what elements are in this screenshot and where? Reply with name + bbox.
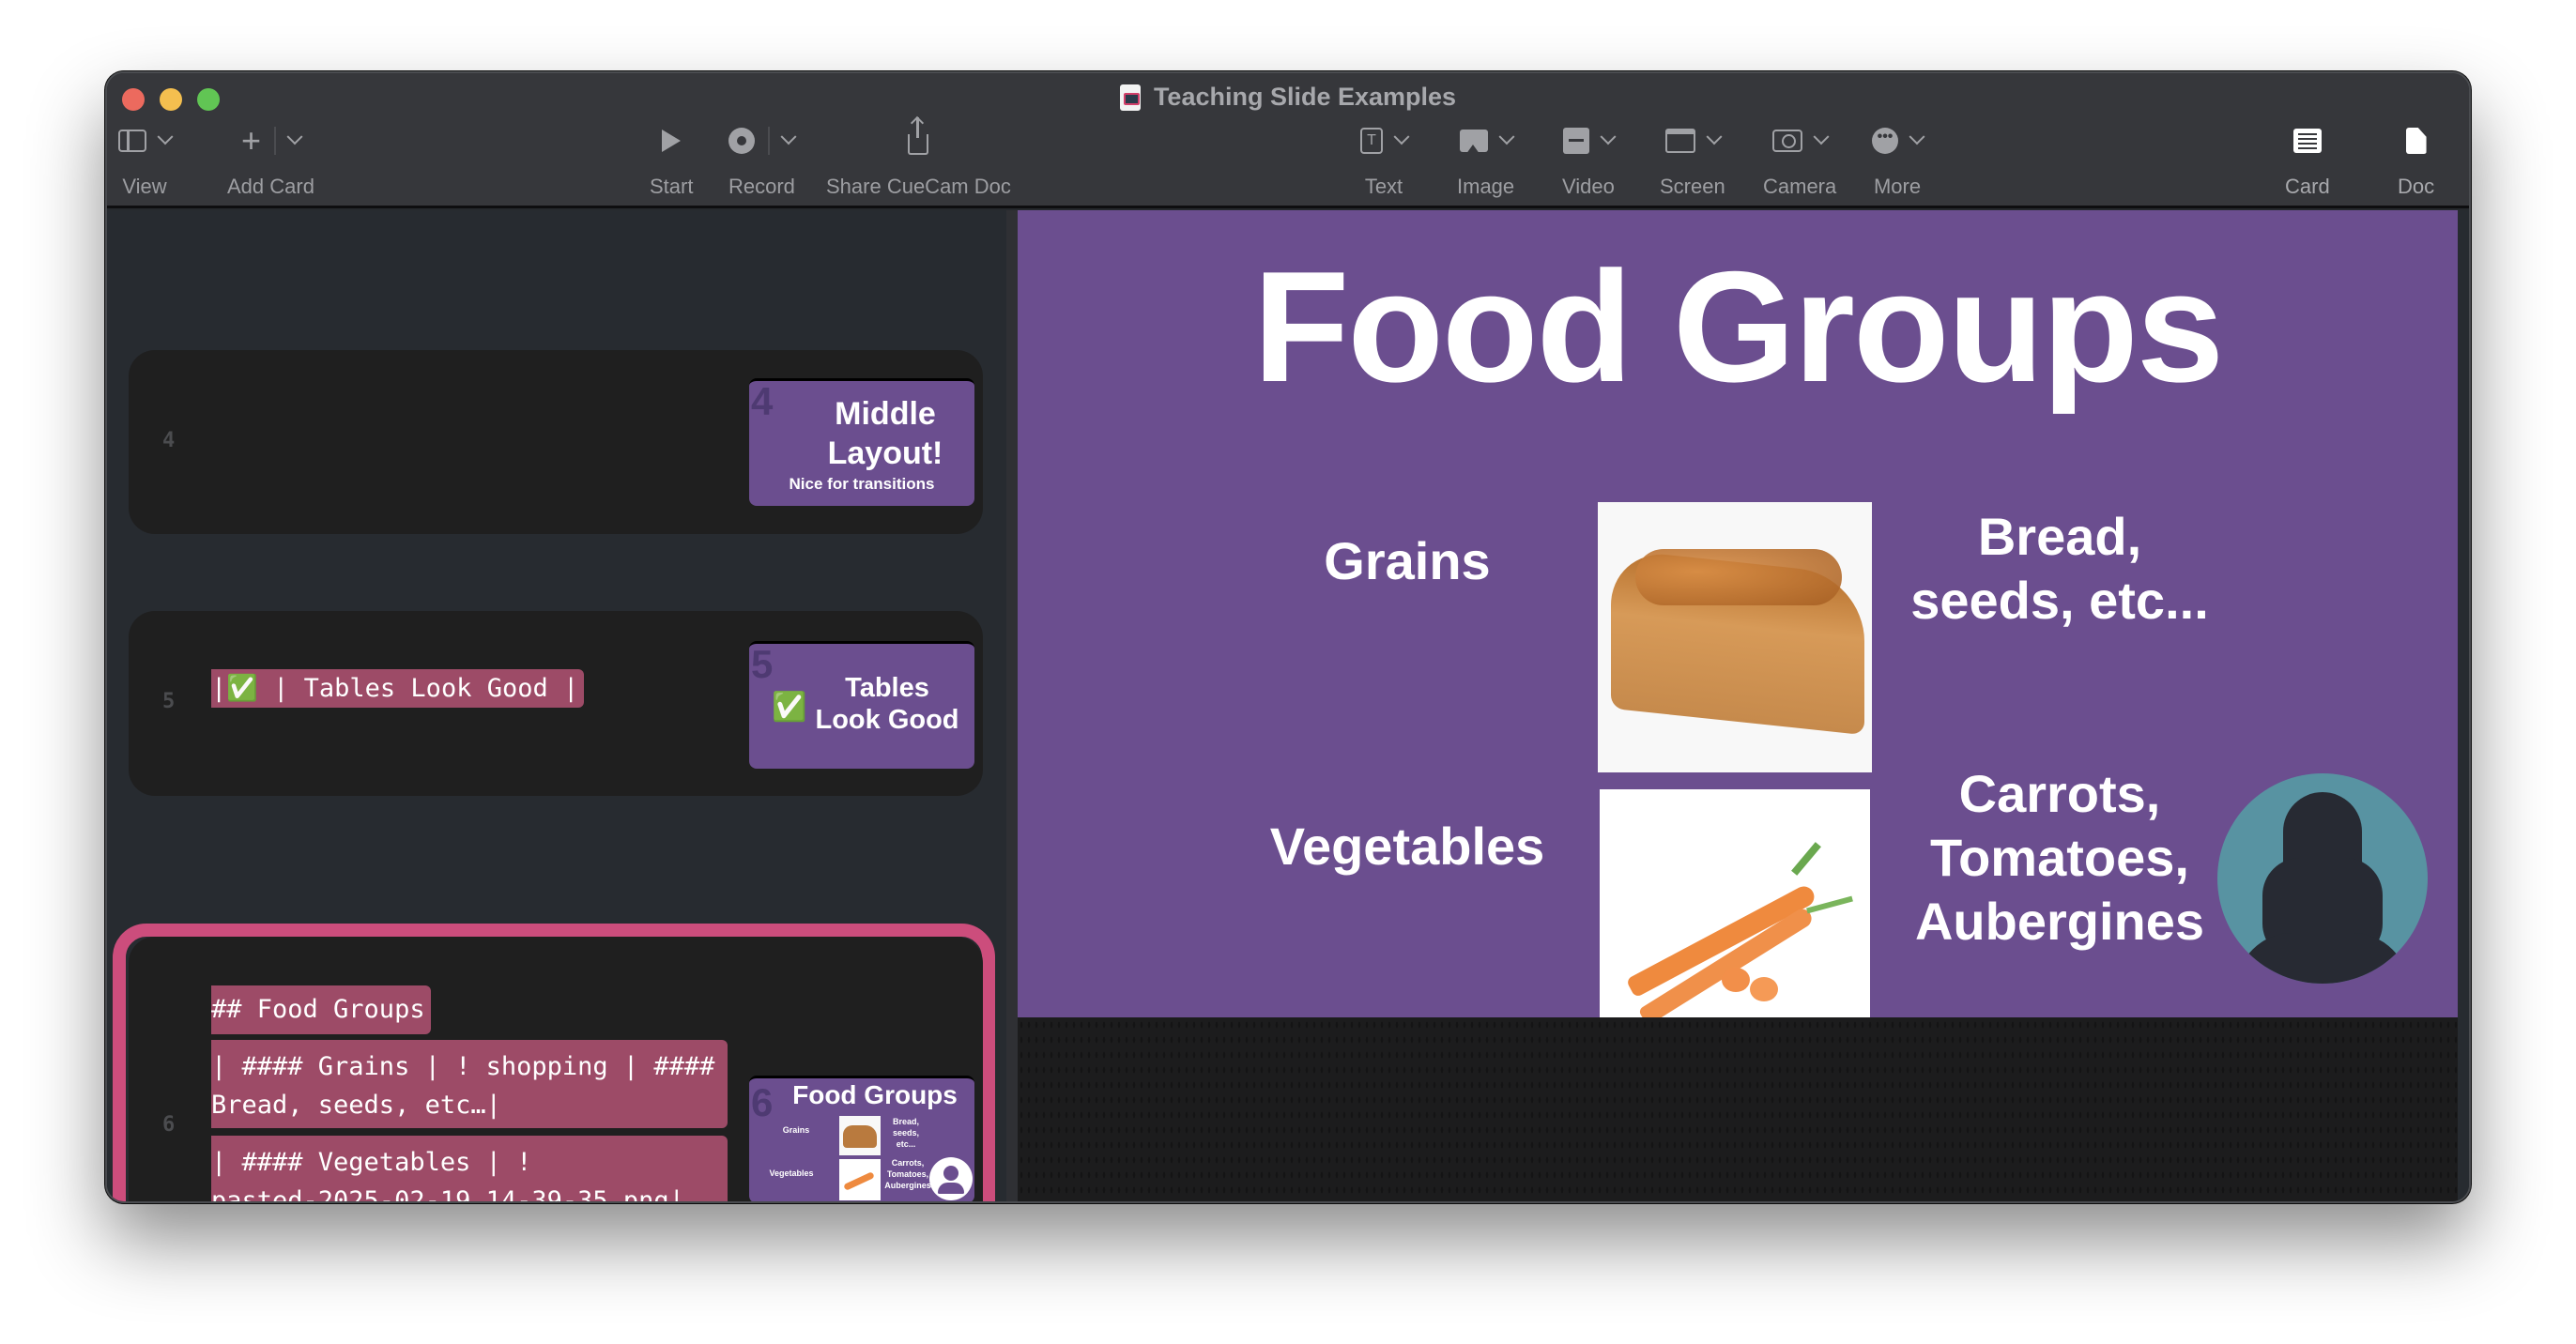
card-thumbnail[interactable]: 4 Middle Layout! Nice for transitions [749,378,974,506]
ellipsis-circle-icon: ••• [1872,128,1898,154]
thumbnail-title: Middle Layout! [827,396,943,471]
add-card-label: Add Card [227,175,314,198]
document-icon [2405,128,2427,154]
thumbnail-bread-image [839,1116,881,1155]
thumbnail-number: 4 [751,379,774,423]
more-button[interactable]: ••• More [1872,122,1925,199]
thumbnail-number: 5 [751,642,774,686]
window-icon [1664,129,1695,153]
camera-button[interactable]: Camera [1763,122,1836,199]
thumbnail-title: Food Groups [792,1080,958,1109]
slide-title: Food Groups [1252,238,2225,415]
list-card-icon [2292,129,2322,153]
doc-button[interactable]: Doc [2398,122,2434,199]
image-label: Image [1457,175,1515,198]
film-icon [1562,128,1589,154]
card-markdown[interactable]: |✅ | Tables Look Good | [211,669,585,708]
panel-divider[interactable] [1006,210,1018,1201]
image-button[interactable]: Image [1457,122,1514,199]
slide-row-label: Grains [1324,531,1491,590]
document-icon [1119,84,1141,111]
thumbnail-row-desc: Bread, seeds, etc... [892,1117,920,1149]
doc-label: Doc [2398,175,2435,198]
separator [273,127,276,155]
markdown-heading[interactable]: ## Food Groups [211,985,431,1034]
screen-button[interactable]: Screen [1660,122,1725,199]
chevron-down-icon[interactable] [1393,129,1410,145]
chevron-down-icon[interactable] [157,129,174,145]
card-button[interactable]: Card [2285,122,2330,199]
canvas-background [1018,1017,2458,1201]
card-list-panel[interactable]: 4 4 Middle Layout! Nice for transitions … [107,210,1006,1201]
slide-row-desc: Bread, seeds, etc... [1910,507,2209,630]
thumbnail-row-label: Grains [782,1125,810,1135]
card-thumbnail[interactable]: 5 ✅ Tables Look Good [749,641,974,769]
app-window: Teaching Slide Examples View + Add Card … [105,71,2471,1203]
right-gutter [2458,210,2469,1201]
window-title-text: Teaching Slide Examples [1153,83,1457,111]
slide-row-desc: Carrots, Tomatoes, Aubergines [1914,764,2205,951]
chevron-down-icon[interactable] [1909,129,1925,145]
card-6[interactable]: 6 ## Food Groups | #### Grains | ! shopp… [129,937,983,1201]
camera-label: Camera [1763,175,1837,198]
chevron-down-icon[interactable] [1498,129,1515,145]
text-box-icon: T [1360,128,1383,154]
slide-row-label: Vegetables [1269,817,1545,876]
thumbnail-title: Tables Look Good [815,673,959,735]
card-number: 4 [162,429,176,452]
text-button[interactable]: T Text [1360,122,1410,199]
view-button[interactable]: View [118,122,174,199]
plus-icon[interactable]: + [241,124,261,158]
chevron-down-icon[interactable] [780,129,797,145]
window-title: Teaching Slide Examples [107,83,2469,112]
sidebar-icon [118,130,146,152]
card-markdown[interactable]: ## Food Groups | #### Grains | ! shoppin… [211,985,728,1201]
record-label: Record [728,175,795,198]
record-button[interactable]: Record [728,122,797,199]
thumbnail-row-label: Vegetables [769,1168,814,1178]
card-number: 5 [162,690,176,713]
chevron-down-icon[interactable] [1813,129,1830,145]
separator [768,127,771,155]
share-icon [908,117,929,155]
video-button[interactable]: Video [1562,122,1617,199]
chevron-down-icon[interactable] [286,129,303,145]
add-card-button[interactable]: + Add Card [227,122,314,199]
presenter-avatar [2217,773,2428,984]
share-button[interactable]: Share CueCam Doc [826,117,1011,199]
slide-preview[interactable]: Food Groups Grains Bread, seeds, etc... … [1018,210,2458,1017]
more-label: More [1873,175,1922,198]
carrot-image [1600,789,1870,1017]
play-icon [662,130,682,152]
thumbnail-subtitle: Nice for transitions [789,475,935,493]
video-label: Video [1562,175,1615,198]
chevron-down-icon[interactable] [1600,129,1617,145]
thumbnail-carrot-image [839,1159,881,1200]
record-icon [728,128,756,154]
screen-label: Screen [1660,175,1725,198]
card-number: 6 [162,1113,176,1137]
start-button[interactable]: Start [650,122,693,199]
card-5[interactable]: 5 |✅ | Tables Look Good | 5 ✅ Tables Loo… [129,611,983,796]
markdown-table-row[interactable]: | #### Grains | ! shopping | #### Bread,… [211,1040,728,1128]
card-4[interactable]: 4 4 Middle Layout! Nice for transitions [129,350,983,534]
markdown-line[interactable]: |✅ | Tables Look Good | [211,669,585,708]
thumbnail-row-desc: Carrots, Tomatoes, Aubergines [884,1158,931,1190]
share-label: Share CueCam Doc [826,175,1011,198]
toolbar: Teaching Slide Examples View + Add Card … [107,73,2469,208]
bread-image [1598,502,1872,772]
photo-icon [1459,130,1488,152]
card-thumbnail[interactable]: 6 Food Groups Grains Bread, seeds, etc..… [749,1076,974,1201]
person-icon [929,1157,973,1200]
chevron-down-icon[interactable] [1706,129,1723,145]
markdown-table-row[interactable]: | #### Vegetables | ! pasted-2025-02-19 … [211,1136,728,1201]
start-label: Start [650,175,694,198]
camera-icon [1772,130,1803,152]
check-emoji-icon: ✅ [772,692,807,723]
thumbnail-number: 6 [751,1080,774,1124]
view-label: View [122,175,167,198]
card-label: Card [2285,175,2330,198]
text-label: Text [1364,175,1403,198]
